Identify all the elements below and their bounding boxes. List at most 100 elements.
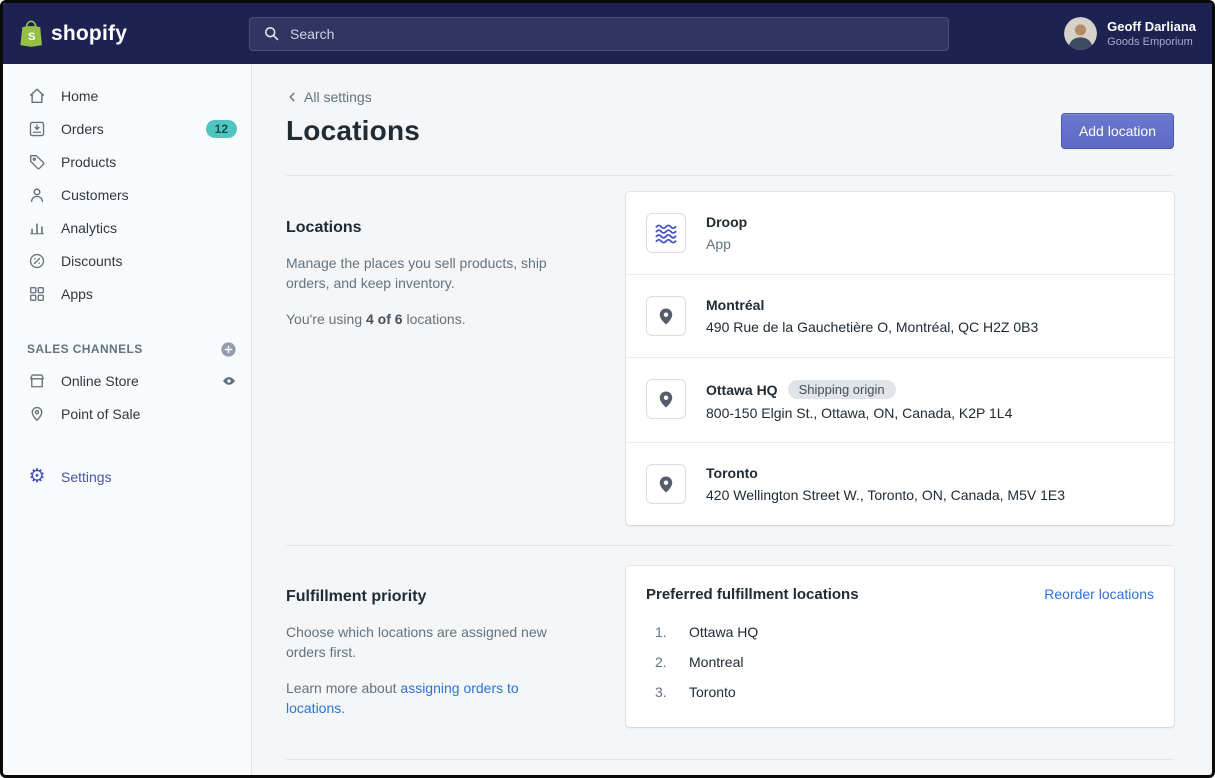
sidebar-item-customers[interactable]: Customers xyxy=(3,178,251,211)
fulfillment-section-description: Choose which locations are assigned new … xyxy=(286,622,558,662)
store-name: Goods Emporium xyxy=(1107,36,1196,48)
sidebar-item-online-store[interactable]: Online Store xyxy=(3,364,251,397)
location-row-droop[interactable]: Droop App xyxy=(626,192,1174,275)
gear-icon: ⚙ xyxy=(27,467,47,487)
sidebar-item-label: Products xyxy=(61,154,116,170)
location-row-ottawa[interactable]: Ottawa HQ Shipping origin 800-150 Elgin … xyxy=(626,358,1174,443)
priority-location-name: Montreal xyxy=(689,654,743,670)
location-address: 420 Wellington Street W., Toronto, ON, C… xyxy=(706,487,1065,503)
topbar: S shopify xyxy=(3,3,1212,64)
sidebar-item-label: Home xyxy=(61,88,98,104)
search-icon xyxy=(261,24,281,44)
locations-card: Droop App Montréal xyxy=(626,192,1174,525)
location-name: Toronto xyxy=(706,465,758,481)
analytics-icon xyxy=(27,218,47,238)
locations-annotation: Locations Manage the places you sell pro… xyxy=(286,192,586,525)
shopify-wordmark: shopify xyxy=(51,22,127,46)
add-location-button[interactable]: Add location xyxy=(1061,113,1174,149)
preferred-locations-card: Preferred fulfillment locations Reorder … xyxy=(626,566,1174,727)
shopify-logo[interactable]: S shopify xyxy=(19,20,249,48)
avatar xyxy=(1064,17,1097,50)
priority-number: 1. xyxy=(655,624,670,640)
sidebar-item-label: Point of Sale xyxy=(61,406,140,422)
tag-icon xyxy=(27,152,47,172)
sidebar-item-label: Customers xyxy=(61,187,129,203)
svg-text:S: S xyxy=(28,31,36,43)
priority-location-name: Toronto xyxy=(689,684,736,700)
location-info: Droop App xyxy=(706,213,747,252)
home-icon xyxy=(27,86,47,106)
priority-number: 3. xyxy=(655,684,670,700)
chevron-left-icon xyxy=(286,91,298,103)
map-pin-icon xyxy=(646,464,686,504)
bottom-divider xyxy=(286,759,1174,760)
sidebar-item-label: Orders xyxy=(61,121,104,137)
shopify-bag-icon: S xyxy=(19,20,43,48)
orders-count-badge: 12 xyxy=(206,120,237,138)
sidebar-item-analytics[interactable]: Analytics xyxy=(3,211,251,244)
priority-list: 1. Ottawa HQ 2. Montreal 3. Toronto xyxy=(646,617,1154,707)
shipping-origin-badge: Shipping origin xyxy=(788,380,896,399)
sidebar-item-label: Settings xyxy=(61,469,112,485)
priority-location-name: Ottawa HQ xyxy=(689,624,758,640)
point-of-sale-icon xyxy=(27,404,47,424)
fulfillment-annotation: Fulfillment priority Choose which locati… xyxy=(286,566,586,727)
fulfillment-learn-more: Learn more about assigning orders to loc… xyxy=(286,678,558,718)
sidebar-item-point-of-sale[interactable]: Point of Sale xyxy=(3,397,251,430)
reorder-locations-link[interactable]: Reorder locations xyxy=(1044,586,1154,602)
page-header: Locations Add location xyxy=(286,113,1174,149)
sidebar-item-home[interactable]: Home xyxy=(3,79,251,112)
fulfillment-section-heading: Fulfillment priority xyxy=(286,588,586,606)
apps-icon xyxy=(27,284,47,304)
location-info: Ottawa HQ Shipping origin 800-150 Elgin … xyxy=(706,379,1012,421)
plus-circle-icon xyxy=(220,341,237,358)
map-pin-icon xyxy=(646,379,686,419)
locations-section-heading: Locations xyxy=(286,219,586,237)
sidebar-item-apps[interactable]: Apps xyxy=(3,277,251,310)
user-menu[interactable]: Geoff Darliana Goods Emporium xyxy=(1064,17,1196,50)
location-address: 800-150 Elgin St., Ottawa, ON, Canada, K… xyxy=(706,405,1012,421)
locations-section-description: Manage the places you sell products, shi… xyxy=(286,253,558,293)
user-info: Geoff Darliana Goods Emporium xyxy=(1107,19,1196,48)
locations-usage-text: You're using 4 of 6 locations. xyxy=(286,309,558,329)
location-info: Toronto 420 Wellington Street W., Toront… xyxy=(706,464,1065,503)
breadcrumb[interactable]: All settings xyxy=(286,89,372,105)
sidebar-item-products[interactable]: Products xyxy=(3,145,251,178)
online-store-icon xyxy=(27,371,47,391)
sidebar-item-label: Online Store xyxy=(61,373,139,389)
priority-item: 2. Montreal xyxy=(646,647,1154,677)
priority-number: 2. xyxy=(655,654,670,670)
breadcrumb-label: All settings xyxy=(304,89,372,105)
sales-channels-title: SALES CHANNELS xyxy=(27,342,143,356)
sidebar-item-label: Analytics xyxy=(61,220,117,236)
location-info: Montréal 490 Rue de la Gauchetière O, Mo… xyxy=(706,296,1038,335)
search-input[interactable] xyxy=(290,26,937,42)
sales-channels-header: SALES CHANNELS xyxy=(3,334,251,364)
sidebar-item-discounts[interactable]: Discounts xyxy=(3,244,251,277)
location-row-toronto[interactable]: Toronto 420 Wellington Street W., Toront… xyxy=(626,443,1174,525)
location-name: Ottawa HQ xyxy=(706,382,778,398)
fulfillment-section: Fulfillment priority Choose which locati… xyxy=(286,546,1174,745)
view-store-eye-icon[interactable] xyxy=(221,373,237,389)
preferred-locations-title: Preferred fulfillment locations xyxy=(646,586,859,603)
sidebar-nav: Home Orders 12 xyxy=(3,64,252,775)
sidebar-item-settings[interactable]: ⚙ Settings xyxy=(3,460,251,493)
locations-section: Locations Manage the places you sell pro… xyxy=(286,176,1174,543)
main-content: All settings Locations Add location Loca… xyxy=(252,64,1212,775)
user-name: Geoff Darliana xyxy=(1107,19,1196,34)
map-pin-icon xyxy=(646,296,686,336)
orders-icon xyxy=(27,119,47,139)
discounts-icon xyxy=(27,251,47,271)
location-subtitle: App xyxy=(706,236,747,252)
customers-icon xyxy=(27,185,47,205)
locations-usage-count: 4 of 6 xyxy=(366,311,403,327)
search-bar[interactable] xyxy=(249,17,949,51)
add-sales-channel-button[interactable] xyxy=(220,341,237,358)
location-address: 490 Rue de la Gauchetière O, Montréal, Q… xyxy=(706,319,1038,335)
location-row-montreal[interactable]: Montréal 490 Rue de la Gauchetière O, Mo… xyxy=(626,275,1174,358)
page-title: Locations xyxy=(286,115,420,147)
sidebar-item-orders[interactable]: Orders 12 xyxy=(3,112,251,145)
location-name: Droop xyxy=(706,214,747,230)
priority-item: 3. Toronto xyxy=(646,677,1154,707)
sidebar-item-label: Apps xyxy=(61,286,93,302)
